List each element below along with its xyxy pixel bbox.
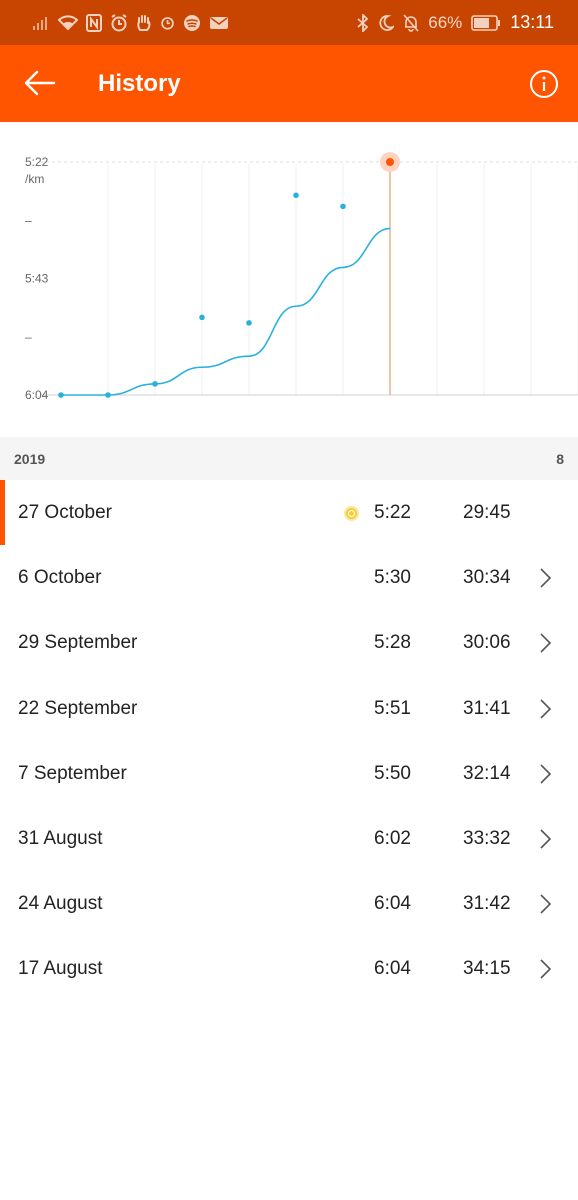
chevron-right-icon — [540, 764, 552, 784]
chevron-right-icon — [540, 959, 552, 979]
run-duration: 31:41 — [463, 697, 511, 719]
run-date: 29 September — [18, 632, 138, 654]
data-point — [152, 381, 158, 387]
moon-icon — [378, 13, 395, 33]
spotify-icon — [183, 13, 201, 33]
run-row[interactable]: 24 August 6:04 31:42 — [0, 871, 578, 936]
run-row[interactable]: 22 September 5:51 31:41 — [0, 676, 578, 741]
run-row[interactable]: 6 October 5:30 30:34 — [0, 545, 578, 610]
chevron-right-icon — [540, 568, 552, 588]
nfc-icon — [86, 13, 102, 33]
run-pace: 6:04 — [374, 893, 411, 915]
y-tick-label: 5:22 — [25, 155, 49, 169]
status-icons-right: 66% 13:11 — [357, 12, 554, 33]
run-date: 7 September — [18, 762, 127, 784]
hand-icon — [136, 13, 152, 33]
mail-icon — [209, 13, 229, 33]
run-date: 22 September — [18, 697, 138, 719]
pace-chart-svg: 5:22 – 5:43 – 6:04/km — [25, 152, 578, 402]
y-tick-label: 6:04 — [25, 388, 49, 402]
selected-indicator — [0, 480, 5, 545]
run-date: 6 October — [18, 567, 102, 589]
data-point — [246, 320, 252, 326]
run-list: 27 October 5:22 29:45 6 October 5:30 30:34 29 … — [0, 480, 578, 1002]
run-date: 24 August — [18, 893, 103, 915]
y-tick-label: – — [25, 330, 32, 344]
year-header: 2019 8 — [0, 437, 578, 480]
pace-chart[interactable]: 5:22 – 5:43 – 6:04/km — [0, 122, 578, 437]
chevron-right-icon — [540, 894, 552, 914]
run-duration: 34:15 — [463, 958, 511, 980]
page-title: History — [98, 70, 181, 97]
run-duration: 30:34 — [463, 567, 511, 589]
info-button[interactable] — [528, 68, 559, 99]
battery-icon — [471, 13, 501, 33]
signal-icon — [32, 13, 50, 33]
highlight-point — [386, 158, 394, 166]
chevron-right-icon — [540, 698, 552, 719]
status-icons-left — [32, 13, 229, 33]
run-duration: 30:06 — [463, 632, 511, 654]
mute-icon — [403, 13, 419, 33]
bluetooth-icon — [357, 13, 369, 33]
run-row[interactable]: 17 August 6:04 34:15 — [0, 936, 578, 1001]
y-tick-label: 5:43 — [25, 272, 49, 286]
run-pace: 6:02 — [374, 827, 411, 849]
run-count: 8 — [556, 450, 564, 467]
best-pace-icon — [344, 506, 359, 521]
run-pace: 5:51 — [374, 697, 411, 719]
data-point — [199, 314, 205, 321]
alarm-icon — [110, 13, 128, 33]
alarm-small-icon — [160, 13, 175, 33]
run-duration: 32:14 — [463, 762, 511, 784]
run-date: 27 October — [18, 502, 112, 523]
year-label: 2019 — [14, 450, 46, 467]
back-button[interactable] — [22, 65, 58, 101]
run-date: 31 August — [18, 827, 103, 849]
y-tick-label: – — [25, 213, 32, 227]
back-arrow-icon — [24, 70, 56, 96]
run-pace: 5:28 — [374, 632, 411, 654]
y-unit-label: /km — [25, 172, 44, 186]
status-bar: 66% 13:11 — [0, 0, 578, 45]
wifi-icon — [58, 13, 78, 33]
data-point — [105, 392, 111, 398]
app-bar: History — [0, 45, 578, 122]
data-point — [340, 203, 346, 210]
run-pace: 5:22 — [374, 502, 411, 523]
run-duration: 29:45 — [463, 502, 511, 523]
run-duration: 33:32 — [463, 827, 511, 849]
run-date: 17 August — [18, 958, 103, 980]
data-point — [58, 392, 64, 398]
battery-percent: 66% — [428, 12, 463, 32]
chevron-right-icon — [540, 633, 552, 653]
info-icon — [529, 69, 558, 98]
run-pace: 5:50 — [374, 762, 411, 784]
trend-line — [61, 227, 391, 396]
run-pace: 6:04 — [374, 958, 411, 980]
clock: 13:11 — [510, 12, 554, 32]
run-pace: 5:30 — [374, 567, 411, 589]
data-point — [293, 192, 299, 199]
run-row[interactable]: 29 September 5:28 30:06 — [0, 610, 578, 675]
run-row[interactable]: 7 September 5:50 32:14 — [0, 741, 578, 806]
run-row[interactable]: 31 August 6:02 33:32 — [0, 806, 578, 871]
chevron-right-icon — [540, 829, 552, 849]
run-row[interactable]: 27 October 5:22 29:45 — [0, 480, 578, 545]
run-duration: 31:42 — [463, 893, 511, 915]
